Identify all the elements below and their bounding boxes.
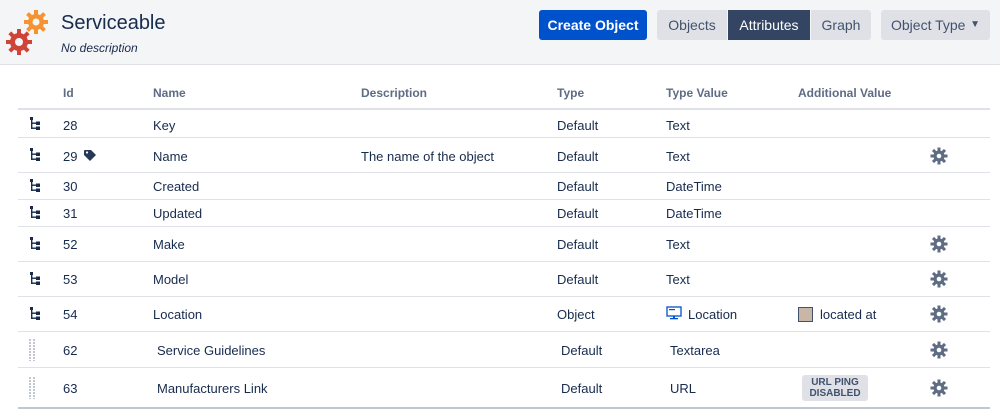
hierarchy-icon bbox=[30, 237, 40, 250]
table-row[interactable]: 29 Name The name of the object Default T… bbox=[18, 138, 990, 173]
hierarchy-icon bbox=[30, 179, 40, 192]
column-header-type[interactable]: Type bbox=[557, 86, 584, 100]
monitor-icon bbox=[666, 306, 682, 320]
row-id: 54 bbox=[63, 307, 78, 322]
row-type-value: Text bbox=[666, 237, 690, 252]
tab-objects[interactable]: Objects bbox=[657, 10, 727, 40]
object-type-dropdown[interactable]: Object Type ▼ bbox=[881, 10, 990, 40]
object-type-label: Object Type bbox=[891, 17, 966, 33]
row-name: Created bbox=[153, 179, 200, 194]
row-id: 31 bbox=[63, 206, 78, 221]
row-name: Updated bbox=[153, 206, 203, 221]
row-id: 53 bbox=[63, 272, 78, 287]
table-bottom-border bbox=[18, 407, 990, 409]
row-type: Default bbox=[557, 179, 599, 194]
row-name: Location bbox=[153, 307, 203, 322]
row-id: 28 bbox=[63, 118, 78, 133]
row-id: 62 bbox=[63, 343, 78, 358]
page-title: Serviceable bbox=[61, 12, 166, 34]
drag-handle-icon[interactable] bbox=[28, 339, 36, 361]
hierarchy-icon bbox=[30, 117, 40, 130]
row-name: Service Guidelines bbox=[157, 343, 266, 358]
table-header: Id Name Description Type Type Value Addi… bbox=[18, 80, 990, 110]
row-type: Default bbox=[557, 272, 599, 287]
row-type-value[interactable]: Location bbox=[688, 307, 737, 322]
table-row[interactable]: 53 Model Default Text bbox=[18, 262, 990, 297]
page-subtitle: No description bbox=[61, 41, 138, 55]
row-id: 30 bbox=[63, 179, 78, 194]
page-header: Serviceable No description Create Object… bbox=[0, 0, 1000, 65]
row-name: Model bbox=[153, 272, 189, 287]
status-badge: URL PING DISABLED bbox=[802, 375, 868, 401]
tag-icon bbox=[84, 150, 96, 161]
row-name: Make bbox=[153, 237, 185, 252]
table-row[interactable]: 62 Service Guidelines Default Textarea bbox=[18, 332, 990, 368]
row-id: 52 bbox=[63, 237, 78, 252]
gear-icon[interactable] bbox=[930, 235, 948, 253]
hierarchy-icon bbox=[30, 307, 40, 320]
row-type-value: Textarea bbox=[670, 343, 720, 358]
row-type: Default bbox=[557, 206, 599, 221]
row-type-value: Text bbox=[666, 118, 690, 133]
table-row[interactable]: 31 Updated Default DateTime bbox=[18, 200, 990, 227]
row-name: Key bbox=[153, 118, 176, 133]
hierarchy-icon bbox=[30, 148, 40, 161]
gear-icon[interactable] bbox=[930, 147, 948, 165]
row-name: Manufacturers Link bbox=[157, 381, 268, 396]
gear-icon[interactable] bbox=[930, 305, 948, 323]
table-row[interactable]: 30 Created Default DateTime bbox=[18, 173, 990, 200]
gear-icon[interactable] bbox=[930, 379, 948, 397]
column-header-name[interactable]: Name bbox=[153, 86, 186, 100]
drag-handle-icon[interactable] bbox=[28, 377, 36, 399]
row-additional-value: located at bbox=[820, 307, 877, 322]
gears-icon bbox=[6, 10, 48, 55]
table-row[interactable]: 63 Manufacturers Link Default URL URL PI… bbox=[18, 368, 990, 407]
row-type: Default bbox=[557, 237, 599, 252]
row-id: 29 bbox=[63, 149, 78, 164]
row-id: 63 bbox=[63, 381, 78, 396]
row-type: Default bbox=[561, 381, 603, 396]
column-header-type-value[interactable]: Type Value bbox=[666, 86, 728, 100]
tab-graph[interactable]: Graph bbox=[811, 10, 871, 40]
row-description: The name of the object bbox=[361, 149, 494, 164]
hierarchy-icon bbox=[30, 206, 40, 219]
row-type: Default bbox=[557, 118, 599, 133]
row-type: Default bbox=[561, 343, 603, 358]
table-row[interactable]: 28 Key Default Text bbox=[18, 111, 990, 138]
gear-icon[interactable] bbox=[930, 341, 948, 359]
row-type: Object bbox=[557, 307, 595, 322]
table-row[interactable]: 52 Make Default Text bbox=[18, 227, 990, 262]
table-row[interactable]: 54 Location Object Location located at bbox=[18, 297, 990, 332]
column-header-id[interactable]: Id bbox=[63, 86, 74, 100]
column-header-description[interactable]: Description bbox=[361, 86, 427, 100]
row-type-value: URL bbox=[670, 381, 697, 396]
hierarchy-icon bbox=[30, 272, 40, 285]
gear-icon[interactable] bbox=[930, 270, 948, 288]
tab-attributes[interactable]: Attributes bbox=[728, 10, 810, 40]
row-type-value: DateTime bbox=[666, 206, 722, 221]
chevron-down-icon: ▼ bbox=[970, 19, 980, 30]
row-type-value: Text bbox=[666, 149, 690, 164]
row-name: Name bbox=[153, 149, 188, 164]
row-type-value: DateTime bbox=[666, 179, 722, 194]
color-swatch bbox=[798, 307, 813, 322]
create-object-button[interactable]: Create Object bbox=[539, 10, 647, 40]
row-type-value: Text bbox=[666, 272, 690, 287]
column-header-additional-value[interactable]: Additional Value bbox=[798, 86, 891, 100]
row-type: Default bbox=[557, 149, 599, 164]
